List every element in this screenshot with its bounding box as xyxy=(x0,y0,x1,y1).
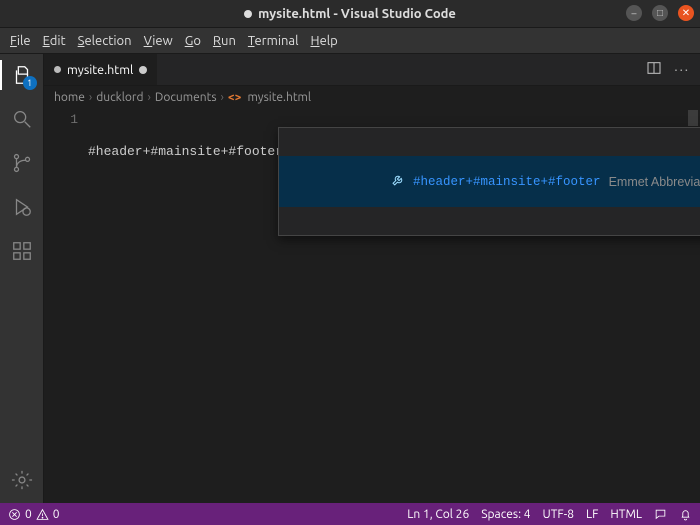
suggest-widget[interactable]: #header+#mainsite+#footer Emmet Abbrevia… xyxy=(278,127,700,236)
tab-unsaved-indicator-icon xyxy=(139,66,147,74)
menu-selection[interactable]: Selection xyxy=(74,32,136,50)
html-file-icon: <> xyxy=(228,91,242,104)
status-notifications[interactable] xyxy=(679,508,692,521)
breadcrumb-separator-icon: › xyxy=(147,91,150,104)
activity-explorer[interactable]: 1 xyxy=(9,62,35,88)
breadcrumbs: home › ducklord › Documents › <> mysite.… xyxy=(44,86,700,108)
suggest-kind: Emmet Abbreviation xyxy=(609,175,700,189)
menu-run[interactable]: Run xyxy=(209,32,240,50)
suggest-item[interactable]: #header+#mainsite+#footer Emmet Abbrevia… xyxy=(279,156,700,207)
menu-file[interactable]: File xyxy=(6,32,35,50)
status-left: 0 0 xyxy=(8,508,60,521)
breadcrumb-separator-icon: › xyxy=(89,91,92,104)
window-title-text: mysite.html - Visual Studio Code xyxy=(258,7,456,21)
menu-edit[interactable]: Edit xyxy=(39,32,70,50)
explorer-badge: 1 xyxy=(23,76,37,90)
warning-count: 0 xyxy=(53,508,60,521)
code-area[interactable]: #header+#mainsite+#footer #header+#mains… xyxy=(88,108,700,503)
menu-help[interactable]: Help xyxy=(307,32,342,50)
main-area: 1 mysite.html xyxy=(0,54,700,503)
close-button[interactable]: ✕ xyxy=(678,5,694,21)
editor-body[interactable]: 1 #header+#mainsite+#footer #header+#mai… xyxy=(44,108,700,503)
menu-view[interactable]: View xyxy=(140,32,177,50)
activity-settings[interactable] xyxy=(9,467,35,493)
feedback-icon xyxy=(654,508,667,521)
error-count: 0 xyxy=(25,508,32,521)
tab-label: mysite.html xyxy=(67,63,133,77)
breadcrumb-home[interactable]: home xyxy=(54,91,85,104)
tab-bar: mysite.html ··· xyxy=(44,54,700,86)
window-title: mysite.html - Visual Studio Code xyxy=(244,7,456,21)
activity-bar: 1 xyxy=(0,54,44,503)
status-encoding[interactable]: UTF-8 xyxy=(543,508,574,521)
menubar: File Edit Selection View Go Run Terminal… xyxy=(0,28,700,54)
search-icon xyxy=(11,108,33,130)
more-actions-button[interactable]: ··· xyxy=(674,63,690,77)
activity-search[interactable] xyxy=(9,106,35,132)
unsaved-dot-icon xyxy=(244,10,252,18)
window-controls: – □ ✕ xyxy=(626,5,694,21)
breadcrumb-documents[interactable]: Documents xyxy=(155,91,217,104)
maximize-button[interactable]: □ xyxy=(652,5,668,21)
minimize-button[interactable]: – xyxy=(626,5,642,21)
split-editor-button[interactable] xyxy=(646,60,662,79)
status-bar: 0 0 Ln 1, Col 26 Spaces: 4 UTF-8 LF HTML xyxy=(0,503,700,525)
play-debug-icon xyxy=(11,196,33,218)
breadcrumb-separator-icon: › xyxy=(221,91,224,104)
activity-extensions[interactable] xyxy=(9,238,35,264)
line-gutter: 1 xyxy=(44,108,88,503)
status-cursor[interactable]: Ln 1, Col 26 xyxy=(407,508,469,521)
menu-go[interactable]: Go xyxy=(181,32,205,50)
status-eol[interactable]: LF xyxy=(586,508,598,521)
tabbar-spacer xyxy=(158,54,636,85)
status-right: Ln 1, Col 26 Spaces: 4 UTF-8 LF HTML xyxy=(407,508,692,521)
wrench-icon xyxy=(287,159,405,204)
tabbar-actions: ··· xyxy=(636,54,700,85)
status-language[interactable]: HTML xyxy=(610,508,642,521)
line-number: 1 xyxy=(44,112,78,127)
activity-run-debug[interactable] xyxy=(9,194,35,220)
breadcrumb-file[interactable]: mysite.html xyxy=(247,91,311,104)
breadcrumb-ducklord[interactable]: ducklord xyxy=(96,91,143,104)
warning-icon xyxy=(36,508,49,521)
scrollbar-thumb[interactable] xyxy=(688,110,698,126)
activity-source-control[interactable] xyxy=(9,150,35,176)
gear-icon xyxy=(11,469,33,491)
split-icon xyxy=(646,60,662,76)
tab-file-icon xyxy=(54,66,61,73)
branch-icon xyxy=(11,152,33,174)
extensions-icon xyxy=(11,240,33,262)
menu-terminal[interactable]: Terminal xyxy=(244,32,303,50)
suggest-abbr: #header+#mainsite+#footer xyxy=(413,175,601,189)
status-indent[interactable]: Spaces: 4 xyxy=(481,508,530,521)
code-text: #header+#mainsite+#footer xyxy=(88,144,283,159)
editor-region: mysite.html ··· home › ducklord › Docume… xyxy=(44,54,700,503)
status-problems[interactable]: 0 0 xyxy=(8,508,60,521)
titlebar: mysite.html - Visual Studio Code – □ ✕ xyxy=(0,0,700,28)
tab-mysite[interactable]: mysite.html xyxy=(44,54,158,85)
status-feedback[interactable] xyxy=(654,508,667,521)
error-icon xyxy=(8,508,21,521)
bell-icon xyxy=(679,508,692,521)
